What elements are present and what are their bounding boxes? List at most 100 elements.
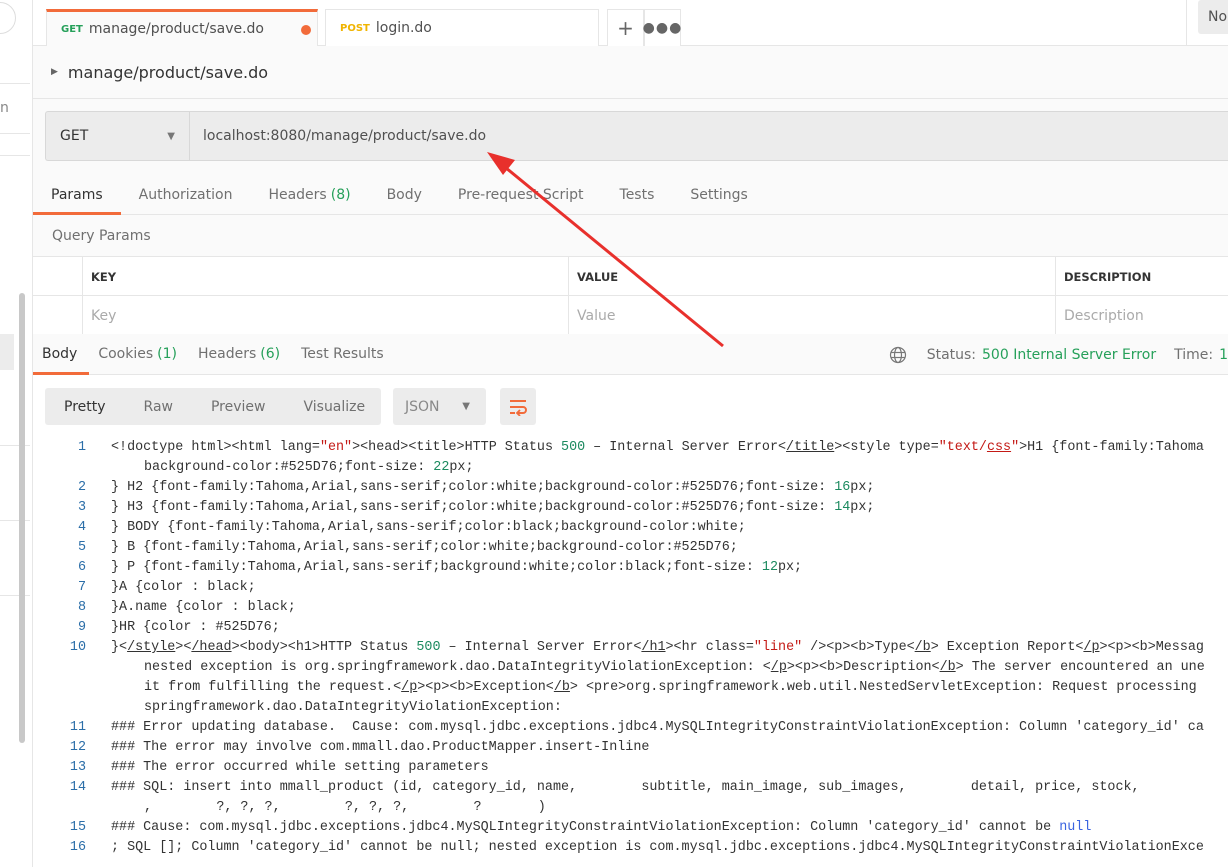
- caret-right-icon[interactable]: ▶: [51, 67, 58, 77]
- code-line: 2} H2 {font-family:Tahoma,Arial,sans-ser…: [33, 478, 1228, 498]
- tab-label: Body: [386, 186, 422, 203]
- raw-button[interactable]: Raw: [125, 399, 192, 415]
- environment-select[interactable]: No: [1198, 0, 1228, 34]
- code-token: /b: [553, 680, 570, 695]
- tab-body[interactable]: Body: [369, 175, 440, 214]
- code-line: 4} BODY {font-family:Tahoma,Arial,sans-s…: [33, 518, 1228, 538]
- plus-icon: +: [617, 16, 634, 40]
- tab-method: POST: [340, 22, 370, 34]
- breadcrumb: ▶ manage/product/save.do: [33, 46, 1228, 99]
- code-token: ### Error updating database. Cause: com.…: [111, 720, 1204, 735]
- code-token: nested exception is org.springframework.…: [144, 660, 771, 675]
- globe-icon[interactable]: [889, 346, 907, 364]
- time-label: Time:: [1174, 346, 1214, 363]
- code-line: 13 ### The error occurred while setting p…: [33, 758, 1228, 778]
- view-mode-group: Pretty Raw Preview Visualize: [45, 388, 381, 425]
- code-token: css: [986, 440, 1012, 455]
- tab-params[interactable]: Params: [33, 175, 121, 215]
- tab-tests[interactable]: Tests: [602, 175, 673, 214]
- time-value[interactable]: 1: [1219, 347, 1228, 363]
- code-text: } B {font-family:Tahoma,Arial,sans-serif…: [111, 538, 738, 558]
- url-bar: GET ▼ localhost:8080/manage/product/save…: [45, 111, 1228, 161]
- code-token: /h1: [641, 640, 666, 655]
- more-tabs-button[interactable]: ●●●: [643, 9, 681, 46]
- code-token: <!doctype html><html lang=: [111, 440, 320, 455]
- status-value[interactable]: 500 Internal Server Error: [982, 347, 1156, 363]
- line-number: 15: [69, 820, 86, 835]
- code-token: ><hr class=: [665, 640, 754, 655]
- code-token: /><p><b>Type<: [802, 640, 915, 655]
- code-token: } H3 {font-family:Tahoma,Arial,sans-seri…: [111, 500, 835, 515]
- visualize-button[interactable]: Visualize: [284, 399, 384, 415]
- format-value: JSON: [405, 398, 440, 415]
- code-line: 5} B {font-family:Tahoma,Arial,sans-seri…: [33, 538, 1228, 558]
- code-line: 12 ### The error may involve com.mmall.da…: [33, 738, 1228, 758]
- tab-post-login[interactable]: POST login.do: [325, 9, 599, 46]
- wrap-lines-button[interactable]: [500, 388, 536, 425]
- tab-label: Test Results: [301, 346, 384, 362]
- line-number: 6: [77, 560, 86, 575]
- tab-settings[interactable]: Settings: [672, 175, 765, 214]
- request-title: manage/product/save.do: [67, 62, 269, 82]
- column-header-value: VALUE: [568, 257, 1055, 296]
- divider: [0, 520, 30, 521]
- tab-authorization[interactable]: Authorization: [121, 175, 251, 214]
- tab-get-save[interactable]: GET manage/product/save.do: [46, 9, 318, 46]
- pretty-button[interactable]: Pretty: [45, 399, 125, 415]
- code-token: >H1 {font-family:Tahoma: [1019, 440, 1204, 455]
- code-token: > The server encountered an une: [955, 660, 1205, 675]
- code-viewer[interactable]: 1 <!doctype html><html lang="en"><head><t…: [33, 438, 1228, 858]
- code-line: 15 ### Cause: com.mysql.jdbc.exceptions.j…: [33, 818, 1228, 838]
- tab-label: Cookies: [98, 346, 154, 362]
- response-body: Pretty Raw Preview Visualize JSON ▼ 1 <!d…: [33, 375, 1228, 867]
- line-number: 4: [77, 520, 86, 535]
- line-number: 13: [69, 760, 86, 775]
- code-text: } H2 {font-family:Tahoma,Arial,sans-seri…: [111, 478, 874, 498]
- code-token: /head: [191, 640, 232, 655]
- code-line: 10}</style></head><body><h1>HTTP Status …: [33, 638, 1228, 658]
- sidebar-scrollbar[interactable]: [19, 293, 25, 743]
- code-token: – Internal Server Error<: [585, 440, 787, 455]
- tab-cookies[interactable]: Cookies (1): [89, 334, 189, 374]
- code-token: ": [1011, 440, 1020, 455]
- response-status-bar: Status: 500 Internal Server Error Time: …: [889, 334, 1228, 375]
- tab-label: Headers: [268, 186, 327, 203]
- tab-headers[interactable]: Headers (6): [189, 334, 292, 374]
- value-input[interactable]: Value: [568, 296, 1055, 335]
- sidebar-selected-item[interactable]: [0, 334, 14, 370]
- method-select[interactable]: GET ▼: [46, 112, 190, 160]
- tab-test-results[interactable]: Test Results: [292, 334, 396, 374]
- code-token: /b: [914, 640, 931, 655]
- new-tab-button[interactable]: +: [607, 9, 644, 46]
- code-token: /p: [401, 680, 418, 695]
- tab-label: login.do: [375, 20, 432, 36]
- code-token: "en": [319, 440, 353, 455]
- line-number: 9: [77, 620, 86, 635]
- status-label: Status:: [926, 346, 977, 363]
- sidebar-avatar[interactable]: [0, 2, 16, 34]
- code-line: 7 }A {color : black;: [33, 578, 1228, 598]
- format-select[interactable]: JSON ▼: [393, 388, 486, 425]
- tab-label: Body: [42, 346, 78, 362]
- code-text: ### Error updating database. Cause: com.…: [111, 718, 1204, 738]
- url-input[interactable]: localhost:8080/manage/product/save.do: [190, 112, 486, 160]
- code-text: }A {color : black;: [111, 578, 256, 598]
- line-number: 7: [77, 580, 86, 595]
- tab-headers[interactable]: Headers (8): [250, 175, 368, 214]
- code-token: }HR {color : #525D76;: [111, 620, 280, 635]
- description-input[interactable]: Description: [1055, 296, 1228, 335]
- code-token: 12: [761, 560, 778, 575]
- code-line: nested exception is org.springframework.…: [33, 658, 1228, 678]
- code-token: ; SQL []; Column 'category_id' cannot be…: [111, 840, 1204, 855]
- key-input[interactable]: Key: [82, 296, 568, 335]
- code-token: ><head><title>HTTP Status: [352, 440, 562, 455]
- tab-pre-request-script[interactable]: Pre-request Script: [440, 175, 602, 214]
- sidebar: n: [0, 0, 33, 867]
- divider: [0, 133, 30, 134]
- tab-body[interactable]: Body: [33, 334, 90, 375]
- table-header-row: KEY VALUE DESCRIPTION: [33, 257, 1228, 296]
- preview-button[interactable]: Preview: [192, 399, 285, 415]
- code-line: 16 ; SQL []; Column 'category_id' cannot …: [33, 838, 1228, 858]
- code-line: 8}A.name {color : black;: [33, 598, 1228, 618]
- chevron-down-icon: ▼: [167, 130, 175, 142]
